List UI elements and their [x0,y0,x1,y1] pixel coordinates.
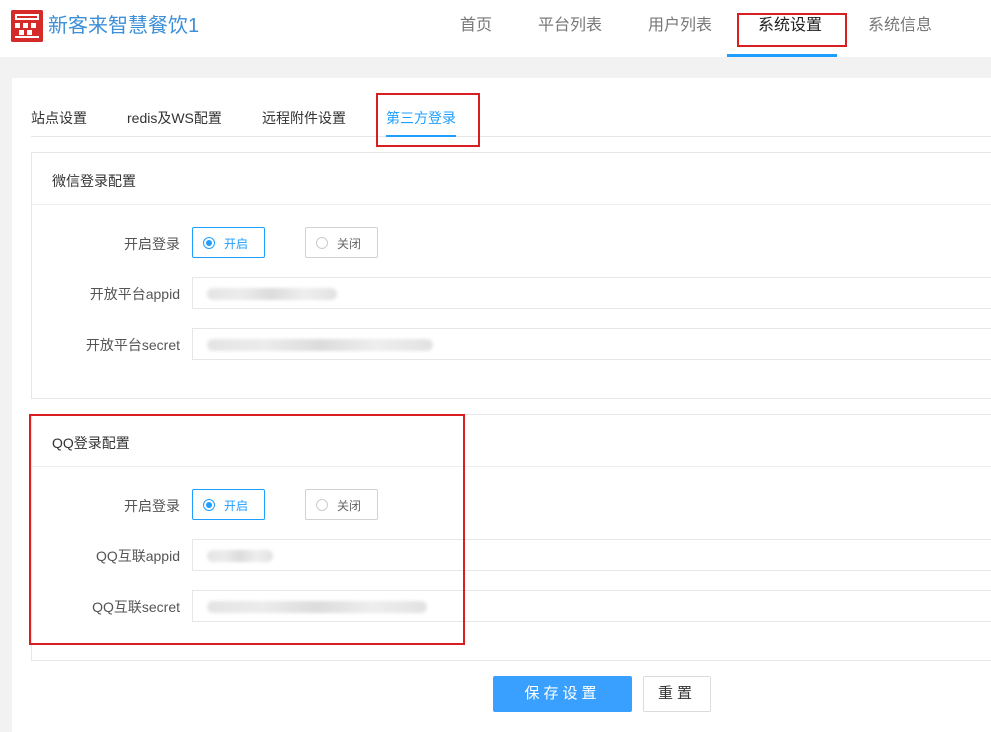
qq-enable-off-radio[interactable]: 关闭 [305,489,378,520]
masked-value [207,550,273,562]
radio-label: 关闭 [337,237,362,251]
radio-icon [203,237,215,249]
save-settings-button[interactable]: 保存设置 [493,676,632,712]
reset-button[interactable]: 重置 [643,676,711,712]
tab-divider [31,136,991,137]
app-title[interactable]: 新客来智慧餐饮1 [48,13,199,39]
masked-value [207,601,427,613]
wechat-appid-label: 开放平台appid [89,286,180,302]
radio-icon [316,499,328,511]
qq-enable-label: 开启登录 [124,498,180,514]
nav-system-settings[interactable]: 系统设置 [750,0,830,57]
wechat-enable-label: 开启登录 [124,236,180,252]
qq-enable-on-radio[interactable]: 开启 [192,489,265,520]
wechat-enable-on-radio[interactable]: 开启 [192,227,265,258]
wechat-secret-input[interactable] [192,328,991,360]
wechat-login-card: 微信登录配置 [31,152,991,399]
nav-user-list[interactable]: 用户列表 [640,0,720,57]
card-header: 微信登录配置 [32,153,991,205]
nav-platform-list[interactable]: 平台列表 [530,0,610,57]
tab-active-indicator [386,135,456,137]
app-logo-icon[interactable] [11,10,43,42]
card-header: QQ登录配置 [32,415,991,467]
top-header: 新客来智慧餐饮1 首页 平台列表 用户列表 系统设置 系统信息 [0,0,991,57]
radio-label: 关闭 [337,499,362,513]
radio-icon [203,499,215,511]
tab-remote-attachment[interactable]: 远程附件设置 [262,106,346,136]
masked-value [207,339,433,351]
wechat-enable-off-radio[interactable]: 关闭 [305,227,378,258]
qq-appid-input[interactable] [192,539,991,571]
radio-icon [316,237,328,249]
radio-label: 开启 [224,237,249,251]
card-title: QQ登录配置 [52,435,130,451]
qq-login-card: QQ登录配置 [31,414,991,661]
qq-secret-input[interactable] [192,590,991,622]
qq-secret-label: QQ互联secret [92,599,180,615]
nav-system-info[interactable]: 系统信息 [860,0,940,57]
masked-value [207,288,337,300]
radio-label: 开启 [224,499,249,513]
wechat-appid-input[interactable] [192,277,991,309]
wechat-secret-label: 开放平台secret [85,337,180,353]
tab-redis-ws[interactable]: redis及WS配置 [127,106,222,136]
qq-appid-label: QQ互联appid [95,548,180,564]
tab-site-settings[interactable]: 站点设置 [31,106,87,136]
tab-third-party-login[interactable]: 第三方登录 [386,106,456,136]
nav-active-indicator [727,54,837,57]
card-title: 微信登录配置 [52,173,136,189]
nav-home[interactable]: 首页 [448,0,504,57]
